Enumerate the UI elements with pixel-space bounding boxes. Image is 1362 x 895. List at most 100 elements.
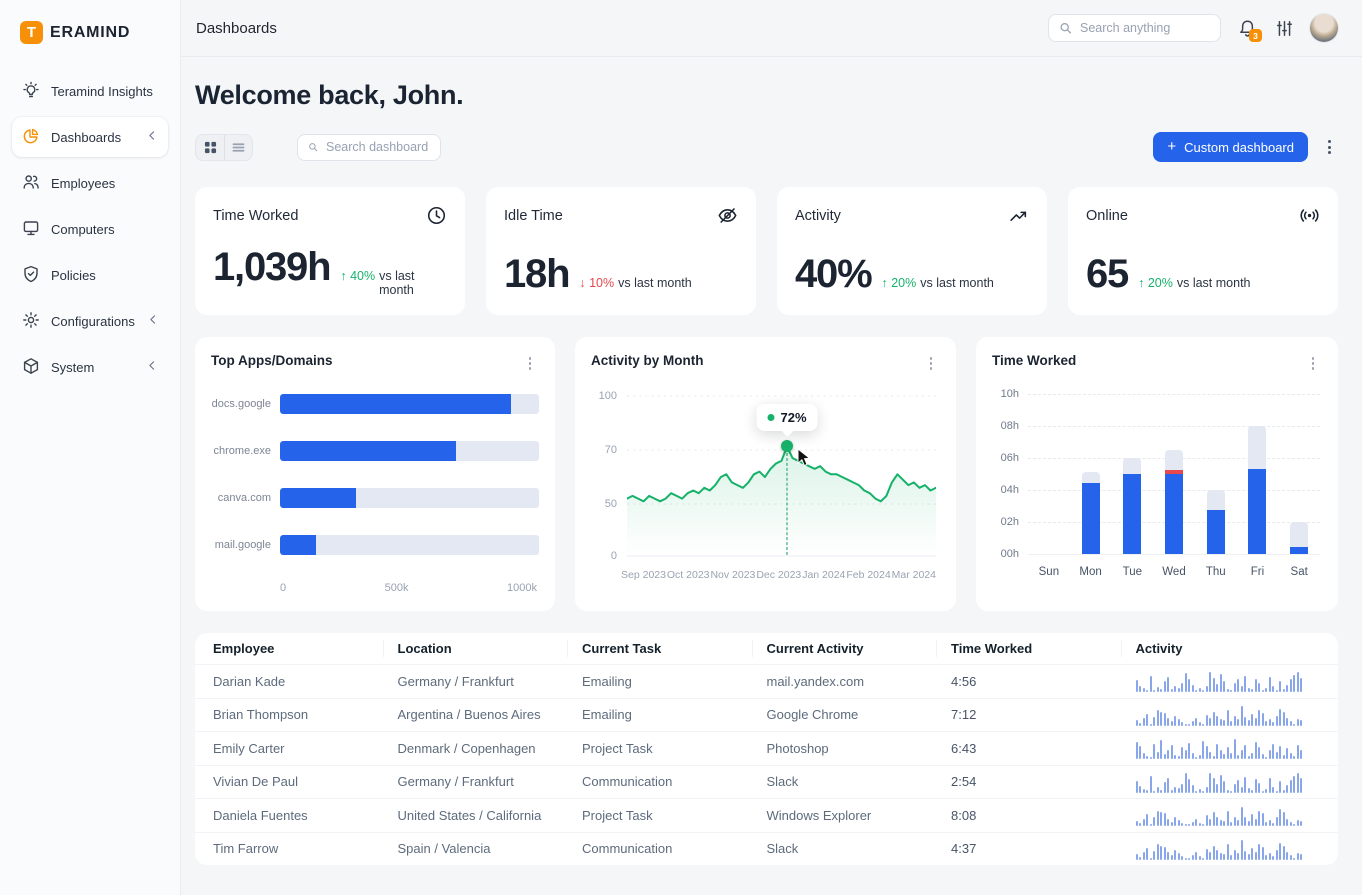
day-slot [1111,388,1153,556]
sidebar-item-system[interactable]: System [12,347,168,387]
week-bars [1028,388,1320,556]
dashboard-search[interactable] [297,134,441,161]
cell-current-task: Emailing [582,674,767,689]
card-menu-button[interactable] [1304,353,1322,374]
x-tick: Mar 2024 [892,569,936,581]
column-header[interactable]: Time Worked [951,633,1136,664]
activity-sparkline [1136,804,1308,826]
sidebar-item-label: Teramind Insights [51,84,153,99]
cell-current-task: Emailing [582,707,767,722]
bar-segment-worked [1290,547,1308,553]
table-row[interactable]: Darian Kade Germany / Frankfurt Emailing… [195,664,1338,698]
day-bar[interactable] [1207,490,1225,554]
cell-time-worked: 8:08 [951,808,1136,823]
bulb-icon [22,81,40,102]
app-bar-fill [280,535,316,555]
card-menu-button[interactable] [521,353,539,374]
highlight-dot [781,440,793,452]
bar-segment-remaining [1207,490,1225,511]
day-bar[interactable] [1290,522,1308,554]
day-slot [1153,388,1195,556]
x-tick: Fri [1237,566,1279,578]
sidebar-item-configurations[interactable]: Configurations [12,301,168,341]
table-row[interactable]: Emily Carter Denmark / Copenhagen Projec… [195,731,1338,765]
day-slot [1028,388,1070,556]
notifications-button[interactable]: 3 [1236,17,1258,39]
table-row[interactable]: Tim Farrow Spain / Valencia Communicatio… [195,832,1338,866]
users-icon [22,173,40,194]
table-row[interactable]: Vivian De Paul Germany / Frankfurt Commu… [195,765,1338,799]
column-header[interactable]: Current Task [582,633,767,664]
cell-time-worked: 2:54 [951,774,1136,789]
clock-icon [426,205,447,226]
pie-chart-icon [22,127,40,148]
card-menu-button[interactable] [922,353,940,374]
stat-suffix: vs last month [379,269,447,297]
bar-segment-remaining [1123,458,1141,474]
sidebar-item-policies[interactable]: Policies [12,255,168,295]
y-tick: 10h [1001,388,1019,400]
table-row[interactable]: Daniela Fuentes United States / Californ… [195,798,1338,832]
x-tick: Dec 2023 [756,569,801,581]
bar-segment-worked [1248,469,1266,554]
bar-segment-remaining [1290,522,1308,548]
x-tick: Thu [1195,566,1237,578]
column-header[interactable]: Location [398,633,583,664]
activity-sparkline [1136,670,1308,692]
y-tick: 0 [611,550,617,562]
sidebar-item-computers[interactable]: Computers [12,209,168,249]
sidebar-item-teramind-insights[interactable]: Teramind Insights [12,71,168,111]
sliders-icon [1275,19,1294,38]
cell-employee: Emily Carter [213,741,398,756]
stat-title: Online [1086,208,1128,224]
logo-text: ERAMIND [50,24,130,42]
shield-check-icon [22,265,40,286]
monitor-icon [22,219,40,240]
x-tick: Nov 2023 [710,569,755,581]
sidebar-item-employees[interactable]: Employees [12,163,168,203]
bar-segment-remaining [1248,426,1266,469]
chevron-left-icon [146,313,159,329]
chart-title: Top Apps/Domains [211,353,333,368]
stat-value: 1,039h [213,245,330,290]
grid-view-button[interactable] [196,135,224,160]
stat-card-activity: Activity 40% ↑ 20% vs last month [777,187,1047,315]
app-bar-track [280,394,539,414]
table-row[interactable]: Brian Thompson Argentina / Buenos Aires … [195,698,1338,732]
avatar[interactable] [1310,14,1338,42]
page-breadcrumb: Dashboards [196,20,277,37]
employee-table: Employee Location Current Task Current A… [195,633,1338,865]
table-header: Employee Location Current Task Current A… [195,633,1338,664]
cell-time-worked: 4:37 [951,841,1136,856]
x-tick: 0 [280,582,286,594]
logo[interactable]: T ERAMIND [0,0,180,71]
y-tick: 02h [1001,516,1019,528]
cell-location: Spain / Valencia [398,841,583,856]
plus-icon: + [1167,138,1176,155]
global-search-input[interactable] [1080,21,1210,35]
sidebar-item-dashboards[interactable]: Dashboards [12,117,168,157]
global-search[interactable] [1048,14,1221,42]
column-header[interactable]: Employee [213,633,398,664]
filters-button[interactable] [1273,17,1295,39]
list-view-button[interactable] [224,135,252,160]
app-bar-track [280,535,539,555]
cell-time-worked: 7:12 [951,707,1136,722]
day-bar[interactable] [1248,426,1266,554]
controls-menu-button[interactable] [1320,136,1338,158]
column-header[interactable]: Activity [1136,633,1321,664]
x-tick: Sat [1278,566,1320,578]
y-tick: 00h [1001,548,1019,560]
app-bar-fill [280,488,356,508]
cell-time-worked: 6:43 [951,741,1136,756]
notification-badge: 3 [1249,29,1262,42]
dashboard-search-input[interactable] [326,140,430,154]
custom-dashboard-button[interactable]: + Custom dashboard [1153,132,1308,162]
day-bar[interactable] [1123,458,1141,554]
y-tick: 08h [1001,420,1019,432]
app-bar-row: docs.google [211,394,539,414]
day-bar[interactable] [1082,472,1100,554]
column-header[interactable]: Current Activity [767,633,952,664]
app-bar-label: chrome.exe [211,445,271,457]
day-bar[interactable] [1165,450,1183,554]
